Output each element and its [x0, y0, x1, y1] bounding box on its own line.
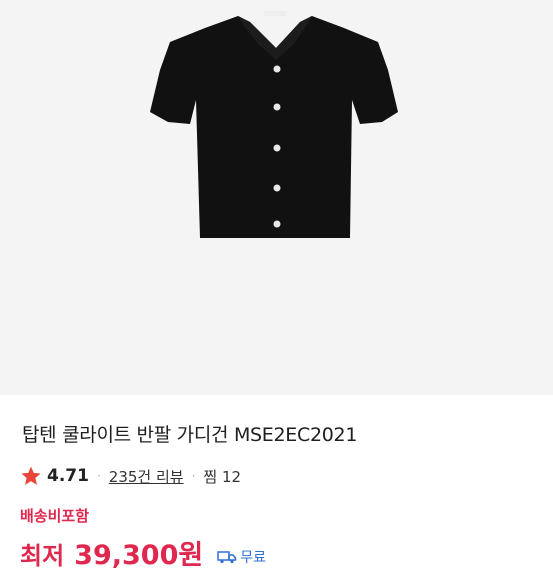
free-shipping-badge: 무료 [217, 547, 266, 567]
truck-icon [217, 551, 237, 564]
free-shipping-text: 무료 [240, 550, 266, 566]
shipping-included-label: 배송비포함 [20, 507, 90, 525]
product-image[interactable] [0, 0, 553, 395]
product-title[interactable]: 탑텐 쿨라이트 반팔 가디건 MSE2EC2021 [22, 420, 357, 447]
rating-row: 4.71 · 235건 리뷰 · 찜 12 [20, 463, 241, 489]
lowest-price-label: 최저 [20, 542, 65, 570]
separator-dot: · [191, 469, 196, 483]
wishlist-count: 찜 12 [203, 467, 242, 486]
label-tag [264, 11, 286, 16]
star-icon [21, 466, 41, 485]
rating-value: 4.71 [47, 466, 89, 486]
cardigan-illustration [150, 11, 398, 238]
separator-dot: · [96, 469, 101, 483]
reviews-link[interactable]: 235건 리뷰 [109, 466, 184, 487]
